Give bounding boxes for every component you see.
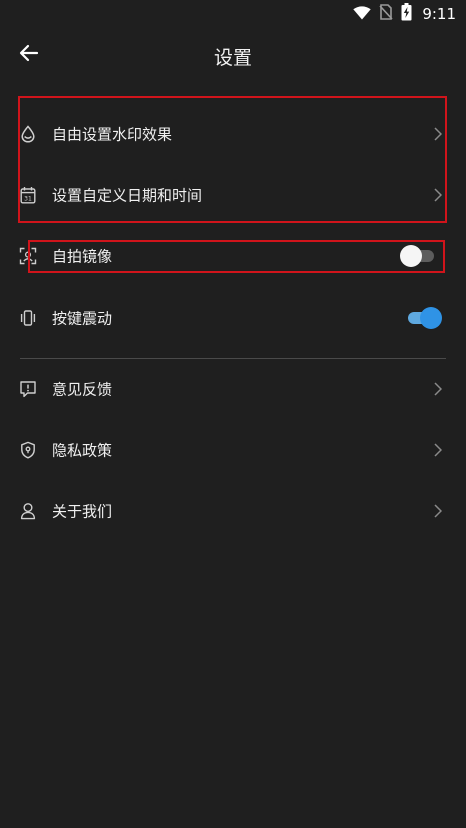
status-bar: 9:11 bbox=[0, 0, 466, 28]
status-icons: 9:11 bbox=[353, 3, 456, 25]
key-vibration-toggle[interactable] bbox=[406, 306, 442, 329]
vibration-icon bbox=[18, 308, 38, 328]
battery-charging-icon bbox=[401, 3, 412, 25]
setting-label-feedback: 意见反馈 bbox=[52, 380, 113, 398]
highlight-box-datetime-group bbox=[18, 96, 447, 223]
setting-row-key-vibration[interactable]: 按键震动 bbox=[0, 287, 466, 348]
header: 设置 bbox=[0, 30, 466, 80]
no-sim-icon bbox=[379, 4, 393, 24]
user-icon bbox=[18, 501, 38, 521]
wifi-icon bbox=[353, 5, 372, 24]
setting-row-about[interactable]: 关于我们 bbox=[0, 480, 466, 541]
setting-label-about: 关于我们 bbox=[52, 502, 113, 520]
chevron-right-icon bbox=[432, 381, 444, 397]
chevron-right-icon bbox=[432, 442, 444, 458]
shield-icon bbox=[18, 440, 38, 460]
feedback-icon bbox=[18, 379, 38, 399]
setting-row-privacy[interactable]: 隐私政策 bbox=[0, 419, 466, 480]
status-time: 9:11 bbox=[422, 5, 456, 23]
page-title: 设置 bbox=[213, 47, 252, 69]
setting-label-key-vibration: 按键震动 bbox=[52, 309, 113, 327]
chevron-right-icon bbox=[432, 503, 444, 519]
setting-row-feedback[interactable]: 意见反馈 bbox=[0, 358, 466, 419]
setting-label-privacy: 隐私政策 bbox=[52, 441, 113, 459]
toggle-knob bbox=[420, 306, 442, 329]
highlight-box-selfie-mirror bbox=[28, 240, 445, 273]
